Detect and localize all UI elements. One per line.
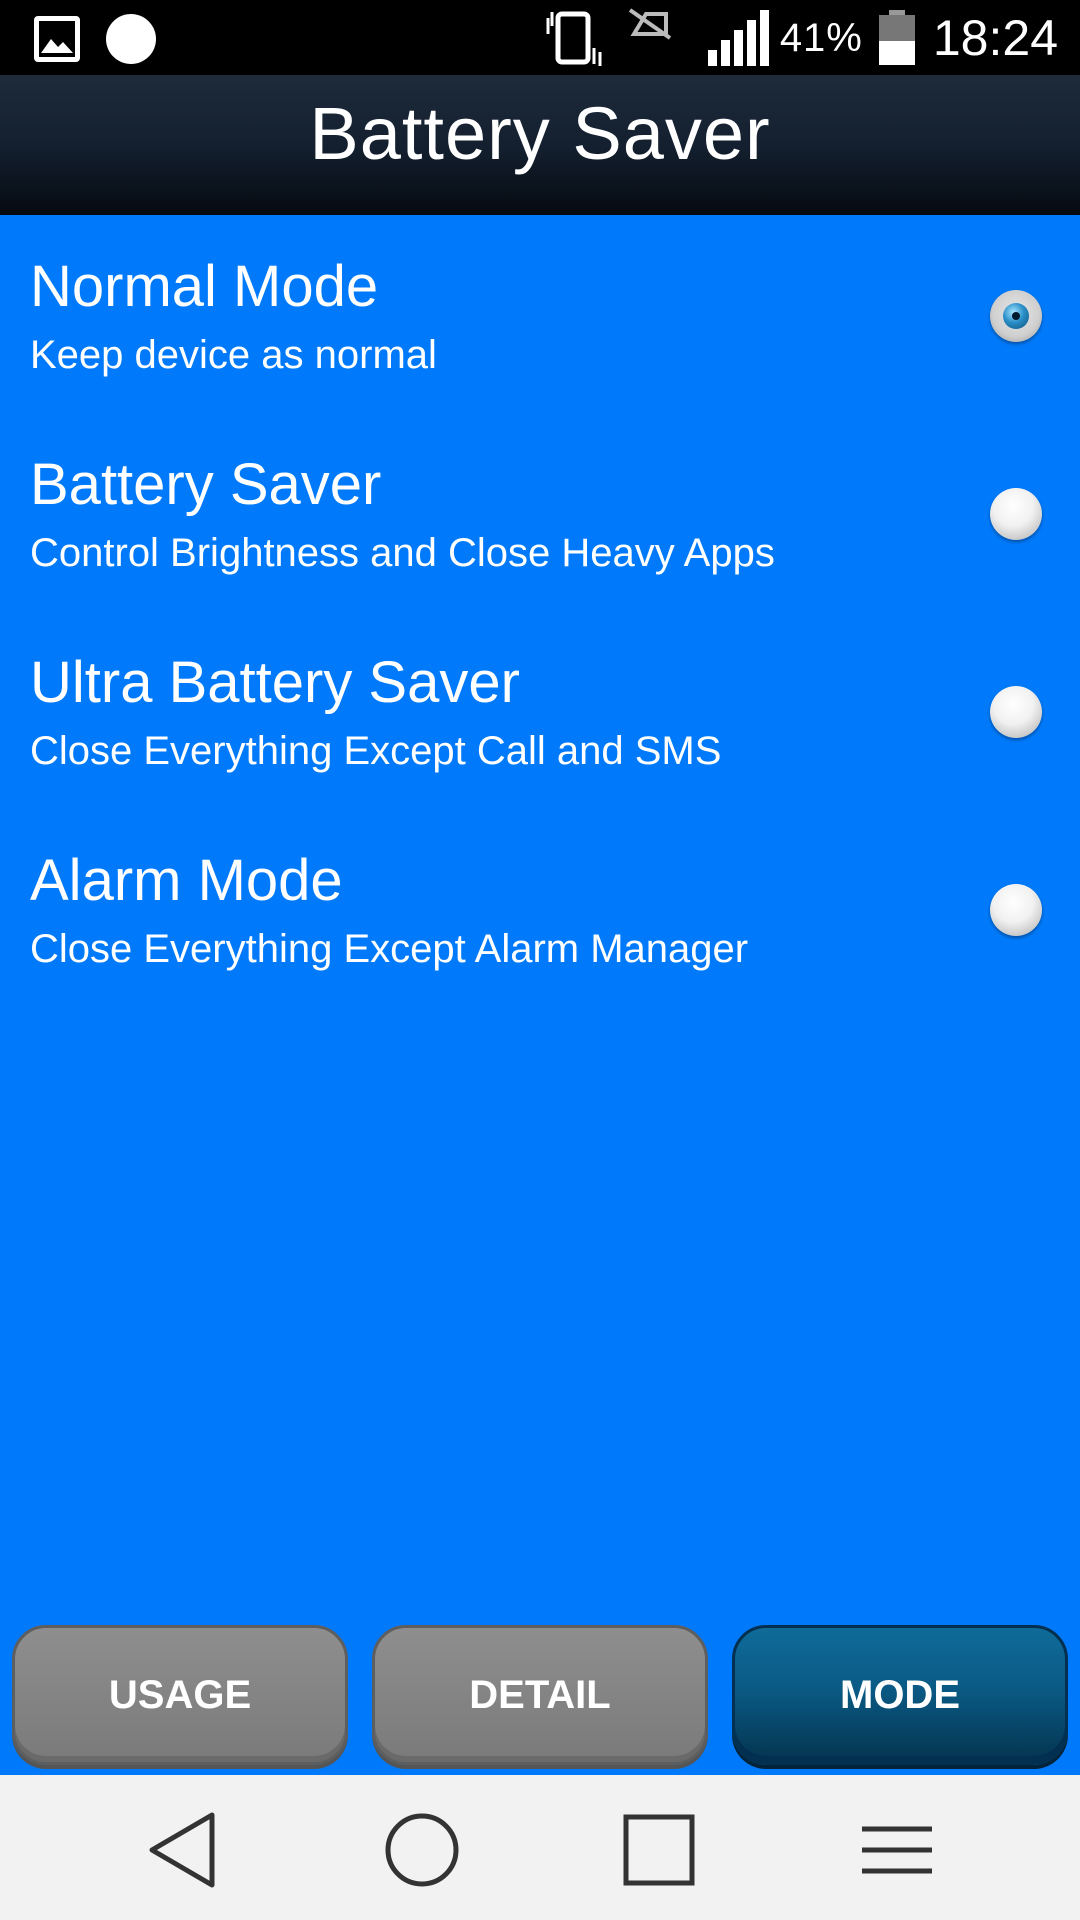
mode-list: Normal Mode Keep device as normal Batter… [0, 215, 1080, 1007]
no-sim-icon [628, 8, 671, 40]
mode-title: Alarm Mode [30, 848, 343, 913]
mode-item-alarm[interactable]: Alarm Mode Close Everything Except Alarm… [0, 809, 1080, 1007]
radio-dot-icon [1003, 303, 1029, 329]
back-icon[interactable] [140, 1805, 230, 1895]
mode-tab-button[interactable]: MODE [732, 1625, 1068, 1765]
battery-percent: 41% [779, 15, 863, 60]
mode-description: Control Brightness and Close Heavy Apps [30, 531, 775, 575]
mode-title: Normal Mode [30, 254, 379, 319]
vibrate-icon [546, 11, 602, 66]
page-title: Battery Saver [309, 92, 771, 175]
mode-title: Ultra Battery Saver [30, 650, 520, 715]
usage-tab-button[interactable]: USAGE [12, 1625, 348, 1765]
status-bar: 41% 18:24 [0, 0, 1080, 75]
home-icon[interactable] [377, 1805, 467, 1895]
signal-icon [707, 10, 769, 66]
battery-icon [878, 10, 915, 65]
notification-dot-icon [106, 14, 156, 64]
status-bar-right: 41% 18:24 [542, 6, 1058, 70]
clock: 18:24 [932, 10, 1058, 66]
radio-button[interactable] [990, 884, 1042, 936]
app-header: Battery Saver [0, 75, 1080, 215]
radio-button[interactable] [990, 488, 1042, 540]
mode-item-normal[interactable]: Normal Mode Keep device as normal [0, 215, 1080, 413]
mode-item-ultra-battery-saver[interactable]: Ultra Battery Saver Close Everything Exc… [0, 611, 1080, 809]
recents-icon[interactable] [614, 1805, 704, 1895]
status-bar-left [34, 14, 156, 64]
radio-core [1012, 312, 1020, 320]
mode-description: Close Everything Except Alarm Manager [30, 927, 749, 971]
radio-button-selected[interactable] [990, 290, 1042, 342]
menu-icon[interactable] [852, 1805, 942, 1895]
image-icon [34, 16, 80, 62]
navigation-bar [0, 1775, 1080, 1920]
mode-item-battery-saver[interactable]: Battery Saver Control Brightness and Clo… [0, 413, 1080, 611]
mode-description: Close Everything Except Call and SMS [30, 729, 722, 773]
mode-title: Battery Saver [30, 452, 382, 517]
detail-tab-button[interactable]: DETAIL [372, 1625, 708, 1765]
radio-button[interactable] [990, 686, 1042, 738]
mode-description: Keep device as normal [30, 333, 437, 377]
